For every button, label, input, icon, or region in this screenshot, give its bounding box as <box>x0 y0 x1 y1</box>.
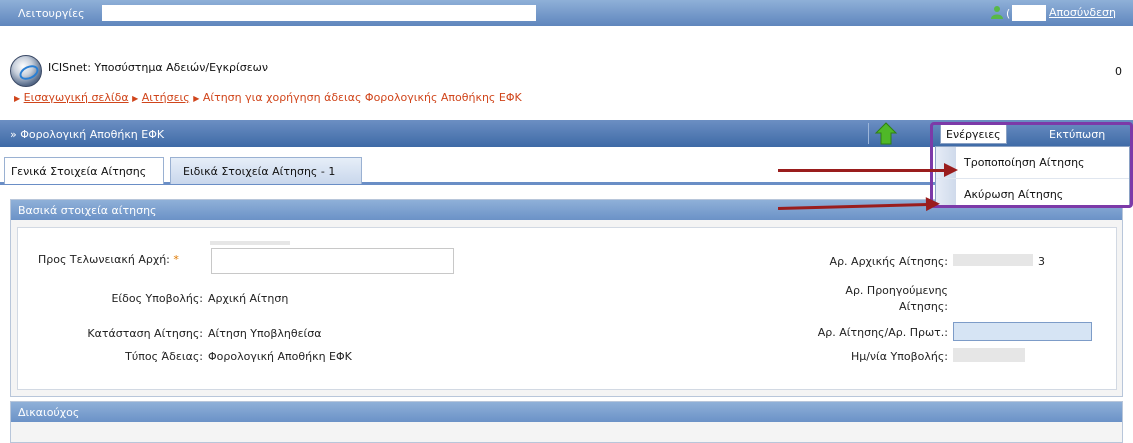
submission-date-value <box>953 348 1025 362</box>
app-title: ICISnet: Υποσύστημα Αδειών/Εγκρίσεων <box>48 61 269 74</box>
user-icon <box>991 6 1003 19</box>
previous-application-label-line2: Αίτησης: <box>899 300 948 313</box>
top-menu-bar: Λειτουργίες ( Αποσύνδεση <box>0 0 1133 26</box>
status-label: Κατάσταση Αίτησης: <box>87 327 203 340</box>
status-value: Αίτηση Υποβληθείσα <box>208 327 322 340</box>
username-field <box>1012 5 1046 21</box>
license-type-value: Φορολογική Αποθήκη ΕΦΚ <box>208 350 352 363</box>
breadcrumb-arrow-icon: ▶ <box>14 94 21 103</box>
submission-type-value: Αρχική Αίτηση <box>208 292 289 305</box>
breadcrumb: ▶ Εισαγωγική σελίδα ▶ Αιτήσεις ▶ Αίτηση … <box>14 91 522 104</box>
app-header: ICISnet: Υποσύστημα Αδειών/Εγκρίσεων 0 ▶… <box>0 26 1133 120</box>
submission-date-label: Ημ/νία Υποβολής: <box>850 350 948 363</box>
annotation-arrow-modify <box>778 163 958 177</box>
customs-authority-label: Προς Τελωνειακή Αρχή: * <box>38 253 179 266</box>
breadcrumb-current: Αίτηση για χορήγηση άδειας Φορολογικής Α… <box>202 91 522 104</box>
counter: 0 <box>1115 65 1122 78</box>
toolbar-divider <box>868 123 869 144</box>
application-number-field[interactable] <box>953 322 1092 341</box>
application-number-label: Αρ. Αίτησης/Αρ. Πρωτ.: <box>817 326 948 339</box>
breadcrumb-applications-link[interactable]: Αιτήσεις <box>142 91 190 104</box>
previous-application-label-line1: Αρ. Προηγούμενης <box>845 284 948 297</box>
tab-general-details[interactable]: Γενικά Στοιχεία Αίτησης <box>4 157 164 184</box>
submission-type-label: Είδος Υποβολής: <box>111 292 203 305</box>
owner-section-title: Δικαιούχος <box>11 402 1122 422</box>
tab-special-details-1[interactable]: Ειδικά Στοιχεία Αίτησης - 1 <box>170 157 362 184</box>
annotation-highlight-box <box>930 122 1133 208</box>
functions-menu[interactable]: Λειτουργίες <box>18 7 85 20</box>
breadcrumb-arrow-icon: ▶ <box>132 94 139 103</box>
up-arrow-icon[interactable] <box>872 121 900 146</box>
functions-menu-field[interactable] <box>102 5 536 21</box>
logout-link[interactable]: Αποσύνδεση <box>1049 6 1116 19</box>
customs-authority-label-text: Προς Τελωνειακή Αρχή: <box>38 253 170 266</box>
panel-title: » Φορολογική Αποθήκη ΕΦΚ <box>10 128 165 141</box>
basic-details-section: Βασικά στοιχεία αίτησης Προς Τελωνειακή … <box>10 199 1123 397</box>
breadcrumb-home-link[interactable]: Εισαγωγική σελίδα <box>24 91 129 104</box>
basic-details-panel: Προς Τελωνειακή Αρχή: * Είδος Υποβολής: … <box>17 227 1117 390</box>
initial-application-suffix: 3 <box>1038 255 1045 268</box>
icisnet-logo-icon <box>10 55 42 87</box>
license-type-label: Τύπος Άδειας: <box>125 350 203 363</box>
customs-authority-input[interactable] <box>211 248 454 274</box>
user-paren: ( <box>1006 7 1011 20</box>
required-mark: * <box>173 253 179 266</box>
breadcrumb-arrow-icon: ▶ <box>193 94 200 103</box>
initial-application-value <box>953 254 1033 266</box>
initial-application-label: Αρ. Αρχικής Αίτησης: <box>829 255 948 268</box>
owner-section: Δικαιούχος <box>10 401 1123 443</box>
customs-authority-code-field <box>210 241 290 245</box>
